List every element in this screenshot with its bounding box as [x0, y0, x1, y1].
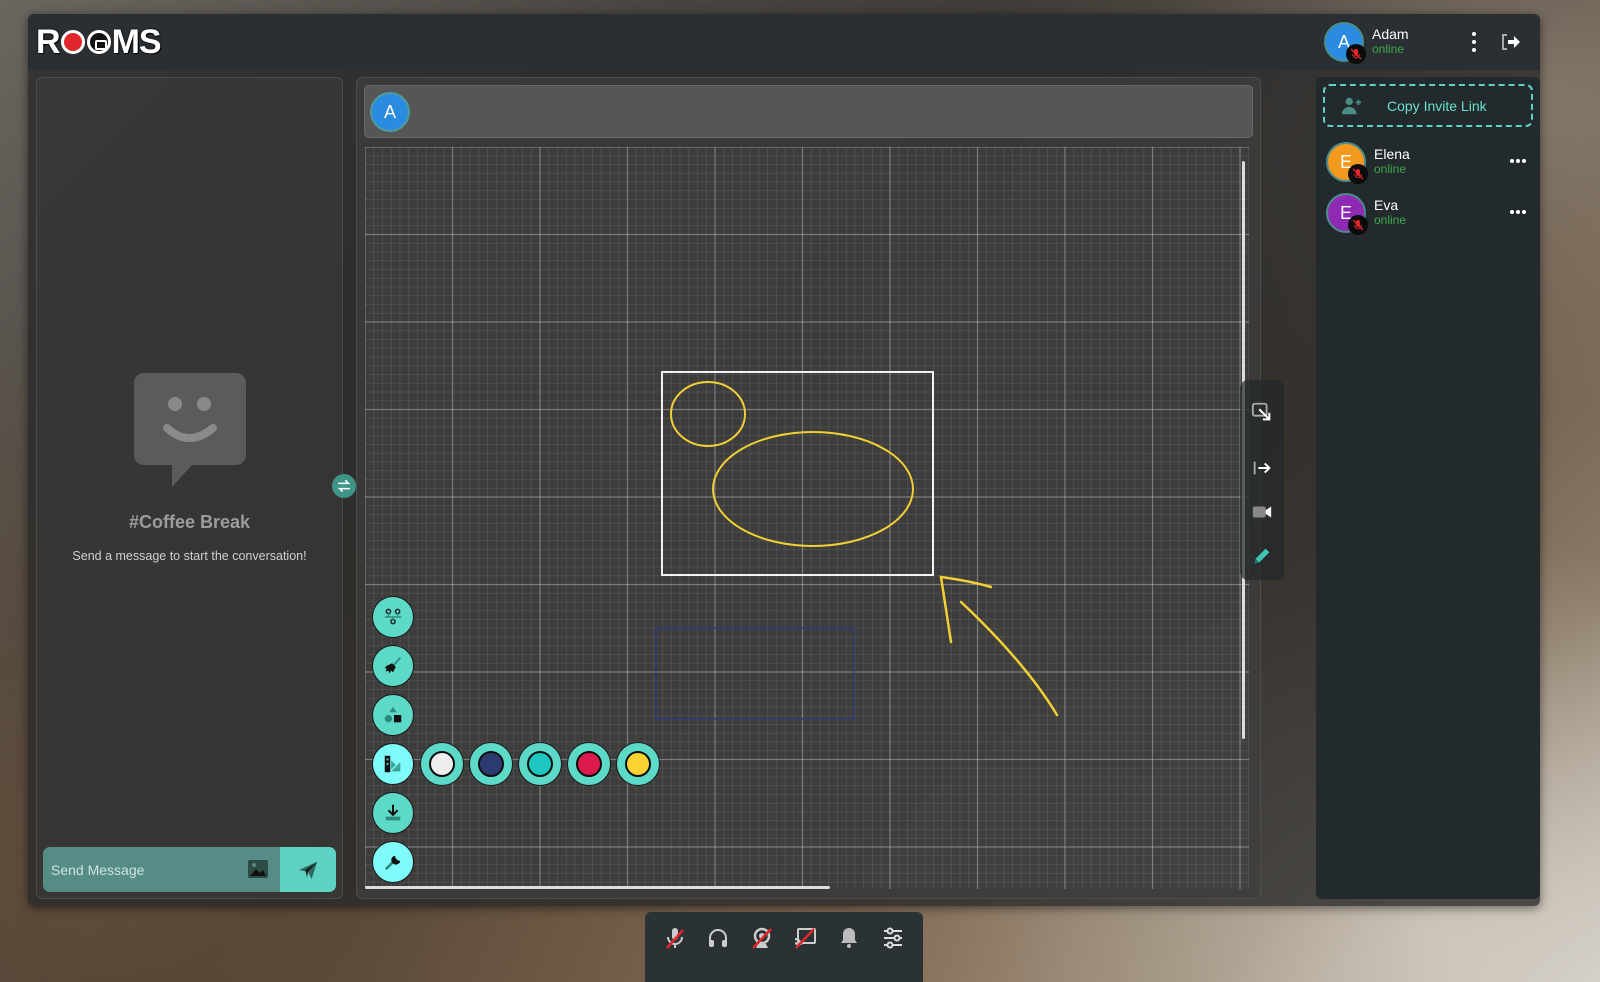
user-status: online	[1372, 42, 1405, 56]
send-button[interactable]	[280, 847, 336, 892]
smiley-chat-bubble-icon	[133, 373, 246, 488]
color-swatch-teal[interactable]	[518, 742, 562, 786]
microphone-muted-icon[interactable]	[661, 924, 689, 952]
participant-avatar[interactable]: A	[370, 92, 410, 132]
member-status: online	[1374, 213, 1407, 227]
drawn-ellipse-large	[712, 431, 914, 547]
image-attach-icon[interactable]	[248, 860, 268, 878]
drawn-arrow-shaft	[959, 600, 1059, 717]
muted-mic-icon	[1348, 164, 1368, 184]
app-window: R MS A Adam online #Coffee Break Send a m…	[28, 14, 1540, 906]
member-avatar: E	[1326, 142, 1368, 184]
logo-letter-r: R	[36, 22, 61, 61]
drawn-rectangle-navy	[655, 627, 855, 720]
chat-empty-state: #Coffee Break Send a message to start th…	[37, 373, 342, 563]
board-participants-bar: A	[364, 85, 1253, 138]
muted-mic-icon	[1348, 215, 1368, 235]
user-name: Adam	[1372, 26, 1409, 42]
swap-arrows-icon	[337, 479, 351, 493]
drawn-ellipse-small	[670, 381, 746, 447]
settings-sliders-icon[interactable]	[879, 924, 907, 952]
canvas-horizontal-scrollbar[interactable]	[365, 886, 830, 889]
member-avatar: E	[1326, 193, 1368, 235]
logout-icon[interactable]	[1498, 30, 1522, 54]
color-palette-tool-button[interactable]	[372, 743, 414, 785]
drawn-arrow-head	[939, 575, 993, 644]
channel-title: #Coffee Break	[128, 512, 251, 532]
color-swatch-icon	[384, 755, 401, 773]
logo-letters-ms: MS	[111, 22, 162, 61]
headphones-icon[interactable]	[704, 924, 732, 952]
exit-board-icon[interactable]	[1250, 456, 1274, 480]
app-logo: R MS	[36, 22, 162, 61]
message-input[interactable]	[43, 847, 280, 892]
settings-tool-button[interactable]	[372, 841, 414, 883]
invite-label: Copy Invite Link	[1387, 97, 1487, 114]
member-more-icon[interactable]	[1510, 159, 1526, 163]
video-camera-icon[interactable]	[1250, 500, 1274, 524]
connector-icon	[384, 608, 402, 625]
empty-chat-message: Send a message to start the conversation…	[72, 549, 307, 563]
pencil-icon[interactable]	[1250, 544, 1274, 568]
avatar-initial: A	[383, 101, 396, 122]
shapes-icon	[384, 706, 402, 723]
resize-board-icon[interactable]	[1250, 400, 1274, 424]
user-avatar[interactable]: A	[1324, 22, 1366, 64]
member-name: Elena	[1374, 146, 1410, 162]
more-options-icon[interactable]	[1468, 30, 1480, 54]
member-item[interactable]: E Elena online	[1326, 141, 1536, 184]
message-composer	[43, 847, 336, 892]
screen-share-off-icon[interactable]	[791, 924, 819, 952]
color-swatch-yellow[interactable]	[616, 742, 660, 786]
member-item[interactable]: E Eva online	[1326, 192, 1536, 235]
download-tool-button[interactable]	[372, 792, 414, 834]
member-more-icon[interactable]	[1510, 210, 1526, 214]
download-icon	[385, 804, 401, 821]
color-swatch-crimson[interactable]	[567, 742, 611, 786]
broom-icon	[384, 657, 402, 674]
current-user[interactable]: A Adam online	[1324, 22, 1409, 64]
clear-brush-tool-button[interactable]	[372, 645, 414, 687]
logo-lock-o	[86, 30, 111, 54]
send-plane-icon	[298, 861, 318, 879]
connector-tool-button[interactable]	[372, 596, 414, 638]
top-bar: R MS A Adam online	[28, 14, 1540, 70]
member-name: Eva	[1374, 197, 1399, 213]
wrench-icon	[385, 855, 401, 870]
muted-mic-icon	[1346, 44, 1366, 64]
members-panel: Copy Invite Link E Elena online E Eva on…	[1316, 77, 1540, 899]
board-side-toolbar	[1240, 380, 1284, 580]
notification-bell-icon[interactable]	[835, 924, 863, 952]
member-status: online	[1374, 162, 1407, 176]
camera-muted-icon[interactable]	[748, 924, 776, 952]
media-dock	[645, 912, 923, 982]
shapes-tool-button[interactable]	[372, 694, 414, 736]
logo-record-o	[60, 30, 85, 54]
color-swatch-navy[interactable]	[469, 742, 513, 786]
add-user-icon	[1341, 97, 1362, 114]
swap-panels-button[interactable]	[332, 474, 356, 498]
copy-invite-link-button[interactable]: Copy Invite Link	[1323, 84, 1533, 127]
color-swatch-white[interactable]	[420, 742, 464, 786]
chat-panel: #Coffee Break Send a message to start th…	[36, 77, 343, 899]
